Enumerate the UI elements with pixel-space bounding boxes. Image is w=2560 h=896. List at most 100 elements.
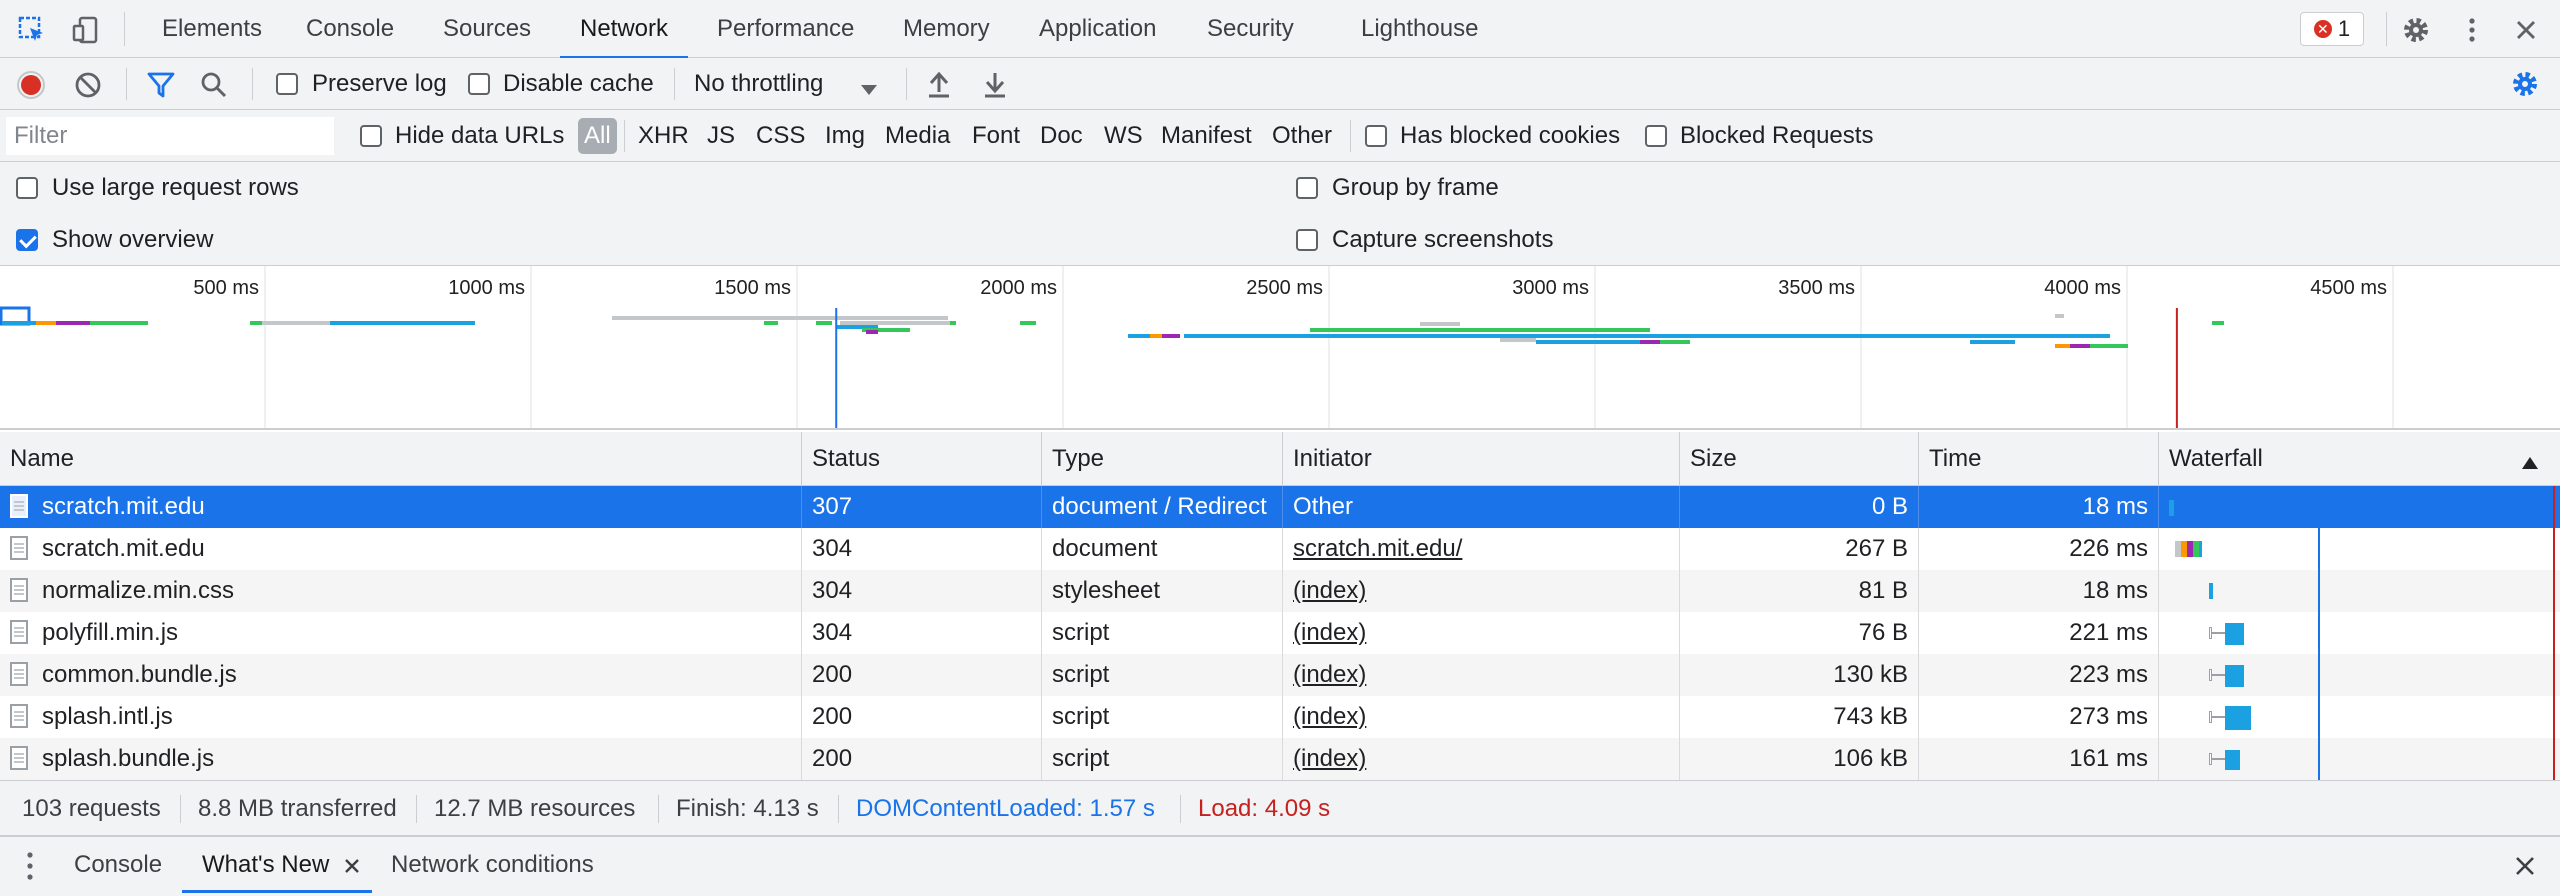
disable-cache-checkbox[interactable]	[468, 73, 490, 95]
filter-type-img[interactable]: Img	[825, 122, 865, 150]
export-har-icon[interactable]	[982, 70, 1008, 105]
close-tab-icon[interactable]	[342, 855, 362, 883]
overview-tick-label: 500 ms	[193, 277, 259, 299]
preserve-log-checkbox[interactable]	[276, 73, 298, 95]
request-initiator-link[interactable]: (index)	[1283, 612, 1680, 654]
waterfall-bar-queued	[2209, 627, 2212, 639]
tab-network[interactable]: Network	[559, 0, 689, 59]
filter-type-js[interactable]: JS	[707, 122, 735, 150]
record-icon[interactable]	[16, 70, 46, 107]
column-header-waterfall[interactable]: Waterfall	[2159, 432, 2560, 486]
import-har-icon[interactable]	[926, 70, 952, 105]
request-initiator: Other	[1283, 486, 1680, 528]
network-overview[interactable]: 500 ms 1000 ms 1500 ms 2000 ms 2500 ms 3…	[0, 266, 2560, 430]
chevron-down-icon[interactable]	[860, 76, 878, 104]
tab-lighthouse[interactable]: Lighthouse	[1361, 0, 1478, 58]
network-settings-gear-icon[interactable]	[2510, 69, 2540, 106]
overview-tick-label: 1500 ms	[714, 277, 791, 299]
capture-screenshots-checkbox[interactable]	[1296, 229, 1318, 251]
table-row[interactable]: common.bundle.js 200 script (index) 130 …	[0, 654, 2560, 696]
filter-divider	[1350, 120, 1351, 152]
drawer-menu-icon[interactable]	[20, 849, 40, 890]
blocked-requests-label: Blocked Requests	[1680, 122, 1874, 149]
filter-type-font[interactable]: Font	[972, 122, 1020, 150]
request-initiator-link[interactable]: scratch.mit.edu/	[1283, 528, 1680, 570]
request-initiator-link[interactable]: (index)	[1283, 654, 1680, 696]
filter-type-other[interactable]: Other	[1272, 122, 1332, 150]
table-row[interactable]: splash.bundle.js 200 script (index) 106 …	[0, 738, 2560, 780]
filter-type-ws[interactable]: WS	[1104, 122, 1143, 150]
request-name: splash.bundle.js	[42, 745, 215, 772]
tab-security[interactable]: Security	[1207, 0, 1294, 58]
use-large-rows-checkbox[interactable]	[16, 177, 38, 199]
request-waterfall	[2159, 486, 2560, 528]
inspect-element-icon[interactable]	[16, 14, 48, 46]
tab-elements[interactable]: Elements	[162, 0, 262, 58]
filter-type-all[interactable]: All	[578, 118, 617, 154]
column-header-name[interactable]: Name	[0, 432, 802, 486]
network-toolbar: Preserve log Disable cache No throttling	[0, 58, 2560, 110]
sort-ascending-icon[interactable]	[2520, 450, 2540, 478]
filter-input[interactable]	[6, 117, 334, 155]
waterfall-bar-download	[2225, 665, 2244, 687]
column-header-status[interactable]: Status	[802, 432, 1042, 486]
tab-sources[interactable]: Sources	[443, 0, 531, 58]
device-toolbar-icon[interactable]	[70, 14, 102, 46]
filter-type-xhr[interactable]: XHR	[638, 122, 689, 150]
request-size: 106 kB	[1680, 738, 1919, 780]
group-by-frame-checkbox[interactable]	[1296, 177, 1318, 199]
drawer-tab-whats-new[interactable]: What's New	[182, 837, 372, 893]
table-row[interactable]: normalize.min.css 304 stylesheet (index)…	[0, 570, 2560, 612]
request-name: normalize.min.css	[42, 577, 235, 604]
close-devtools-icon[interactable]	[2510, 14, 2542, 46]
waterfall-stalled-line	[2211, 632, 2225, 634]
throttling-select[interactable]: No throttling	[694, 70, 823, 98]
request-name: polyfill.min.js	[42, 619, 179, 646]
preserve-log-label: Preserve log	[312, 70, 447, 97]
waterfall-bar-queued	[2209, 753, 2212, 765]
overview-tick-label: 3000 ms	[1512, 277, 1589, 299]
error-count-badge[interactable]: ✕ 1	[2300, 12, 2364, 46]
close-drawer-icon[interactable]	[2512, 853, 2538, 886]
toolbar-divider	[674, 68, 675, 100]
tab-console[interactable]: Console	[306, 0, 394, 58]
more-options-icon[interactable]	[2456, 14, 2488, 46]
group-by-frame-label: Group by frame	[1332, 174, 1499, 201]
filter-type-manifest[interactable]: Manifest	[1161, 122, 1252, 150]
hide-data-urls-label: Hide data URLs	[395, 122, 565, 149]
summary-dom-content-loaded: DOMContentLoaded: 1.57 s	[856, 795, 1155, 822]
column-header-time[interactable]: Time	[1919, 432, 2159, 486]
table-row[interactable]: scratch.mit.edu 304 document scratch.mit…	[0, 528, 2560, 570]
search-icon[interactable]	[200, 71, 228, 106]
summary-divider	[838, 795, 839, 823]
column-header-initiator[interactable]: Initiator	[1283, 432, 1680, 486]
clear-icon[interactable]	[74, 71, 102, 106]
filter-type-media[interactable]: Media	[885, 122, 950, 150]
request-initiator-link[interactable]: (index)	[1283, 738, 1680, 780]
summary-divider	[1180, 795, 1181, 823]
request-initiator-link[interactable]: (index)	[1283, 696, 1680, 738]
tab-performance[interactable]: Performance	[717, 0, 854, 58]
filter-type-doc[interactable]: Doc	[1040, 122, 1083, 150]
drawer-tab-network-conditions[interactable]: Network conditions	[391, 837, 594, 893]
tab-application[interactable]: Application	[1039, 0, 1156, 58]
blocked-requests-checkbox[interactable]	[1645, 125, 1667, 147]
request-type: script	[1042, 738, 1283, 780]
request-initiator-link[interactable]: (index)	[1283, 570, 1680, 612]
hide-data-urls-checkbox[interactable]	[360, 125, 382, 147]
show-overview-checkbox[interactable]	[16, 229, 38, 251]
request-status: 304	[802, 570, 1042, 612]
filter-type-css[interactable]: CSS	[756, 122, 805, 150]
table-row[interactable]: polyfill.min.js 304 script (index) 76 B …	[0, 612, 2560, 654]
table-row[interactable]: splash.intl.js 200 script (index) 743 kB…	[0, 696, 2560, 738]
column-header-type[interactable]: Type	[1042, 432, 1283, 486]
tab-memory[interactable]: Memory	[903, 0, 990, 58]
filter-icon[interactable]	[146, 71, 176, 106]
has-blocked-cookies-checkbox[interactable]	[1365, 125, 1387, 147]
drawer-tab-console[interactable]: Console	[74, 837, 162, 893]
settings-gear-icon[interactable]	[2400, 14, 2432, 46]
column-header-size[interactable]: Size	[1680, 432, 1919, 486]
table-row[interactable]: scratch.mit.edu 307 document / Redirect …	[0, 486, 2560, 528]
error-icon: ✕	[2313, 20, 2332, 38]
request-waterfall	[2159, 738, 2560, 780]
